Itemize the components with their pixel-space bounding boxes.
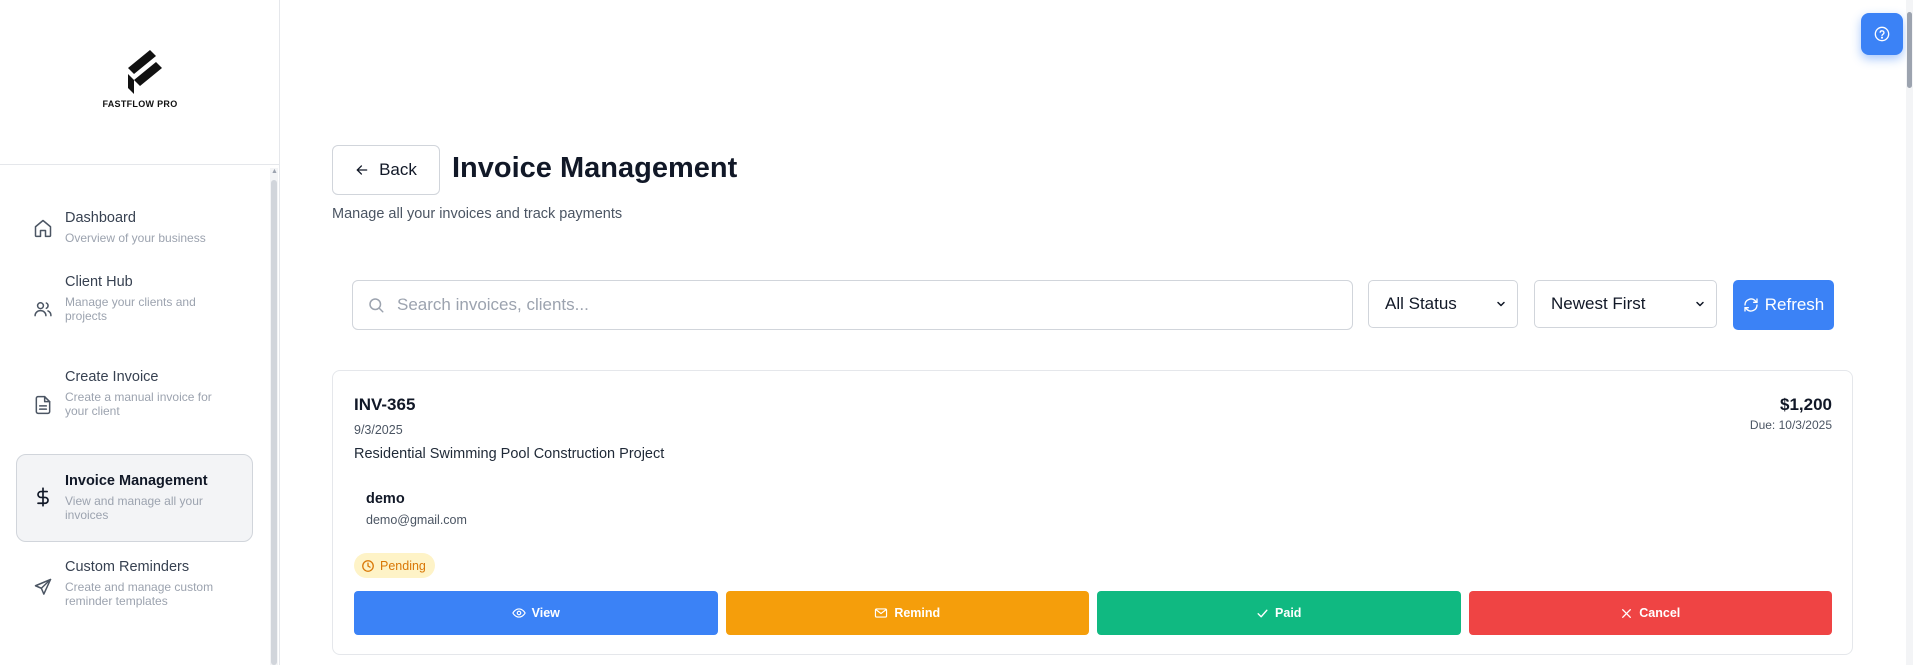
back-button-label: Back [379,160,417,179]
clock-icon [362,559,374,572]
invoice-amount: $1,200 [1780,395,1832,414]
brand-name: FASTFLOW PRO [102,99,178,109]
sidebar-item-desc: Overview of your business [65,231,206,245]
home-icon [34,219,52,238]
search-input[interactable] [397,281,1337,329]
sidebar-item-title: Create Invoice [65,369,159,385]
remind-button[interactable]: Remind [725,591,1089,635]
cancel-invoice-button[interactable]: Cancel [1468,591,1832,635]
invoice-number: INV-365 [354,395,416,414]
client-email: demo@gmail.com [366,513,467,527]
status-filter-select[interactable]: All Status [1368,280,1518,328]
sidebar-item-title: Custom Reminders [65,559,190,575]
remind-label: Remind [894,606,941,620]
sidebar-item-desc: View and manage all your invoices [65,494,203,522]
status-badge: Pending [354,553,435,578]
sidebar-item-create-invoice[interactable]: Create Invoice Create a manual invoice f… [16,358,253,454]
mark-paid-button[interactable]: Paid [1097,591,1461,635]
chevron-down-icon [1696,301,1704,307]
sidebar-scrollbar[interactable]: ▲ [270,168,278,665]
dollar-sign-icon [37,487,49,507]
view-button[interactable]: View [354,591,718,635]
sidebar-item-invoice-management[interactable]: Invoice Management View and manage all y… [16,454,253,542]
sidebar-item-client-hub[interactable]: Client Hub Manage your clients and proje… [16,262,253,358]
page-subtitle: Manage all your invoices and track payme… [332,206,623,222]
invoice-due-date: Due: 10/3/2025 [1749,418,1832,432]
help-button[interactable] [1861,13,1903,55]
sidebar-nav: Dashboard Overview of your business Clie… [16,190,253,638]
eye-icon [511,608,526,618]
page-scrollbar-thumb[interactable] [1907,12,1912,88]
paid-label: Paid [1275,606,1302,620]
arrow-left-icon [356,165,368,175]
invoice-actions: View Remind Paid Cancel [354,591,1832,635]
status-badge-label: Pending [380,558,426,573]
sidebar-item-desc: Manage your clients and projects [65,295,196,323]
search-box [352,280,1353,330]
file-text-icon [35,395,51,415]
refresh-button[interactable]: Refresh [1733,280,1834,330]
scroll-up-icon[interactable]: ▲ [271,168,278,175]
close-icon [1622,608,1632,618]
sidebar-item-desc: Create a manual invoice for your client [65,390,212,418]
sidebar-scrollbar-thumb[interactable] [271,180,277,665]
status-filter-value: All Status [1385,294,1457,313]
invoice-date: 9/3/2025 [354,423,403,437]
page-title: Invoice Management [452,152,738,184]
sidebar-item-desc: Create and manage custom reminder templa… [65,580,214,608]
sidebar: FASTFLOW PRO Dashboard Overview of your … [0,0,280,665]
view-label: View [531,606,560,620]
client-name: demo [366,491,405,507]
search-icon [369,298,384,313]
users-icon [34,302,52,317]
refresh-icon [1744,298,1758,312]
back-button[interactable]: Back [332,145,440,195]
chevron-down-icon [1497,301,1505,307]
sidebar-item-dashboard[interactable]: Dashboard Overview of your business [16,190,253,262]
fastflow-logo-icon [128,50,162,94]
page-scrollbar[interactable] [1906,0,1913,665]
send-icon [34,578,52,595]
cancel-label: Cancel [1639,606,1681,620]
help-circle-icon [1874,26,1890,42]
invoice-project: Residential Swimming Pool Construction P… [354,446,665,462]
logo-area: FASTFLOW PRO [0,0,280,165]
sidebar-item-title: Dashboard [65,210,136,226]
sidebar-item-title: Invoice Management [65,473,208,489]
invoice-card: INV-365 9/3/2025 Residential Swimming Po… [332,370,1853,655]
refresh-label: Refresh [1764,295,1825,314]
mail-icon [875,608,888,618]
sort-value: Newest First [1551,294,1646,313]
sidebar-item-title: Client Hub [65,274,133,290]
sidebar-item-custom-reminders[interactable]: Custom Reminders Create and manage custo… [16,542,253,638]
sort-select[interactable]: Newest First [1534,280,1717,328]
check-icon [1257,609,1268,617]
